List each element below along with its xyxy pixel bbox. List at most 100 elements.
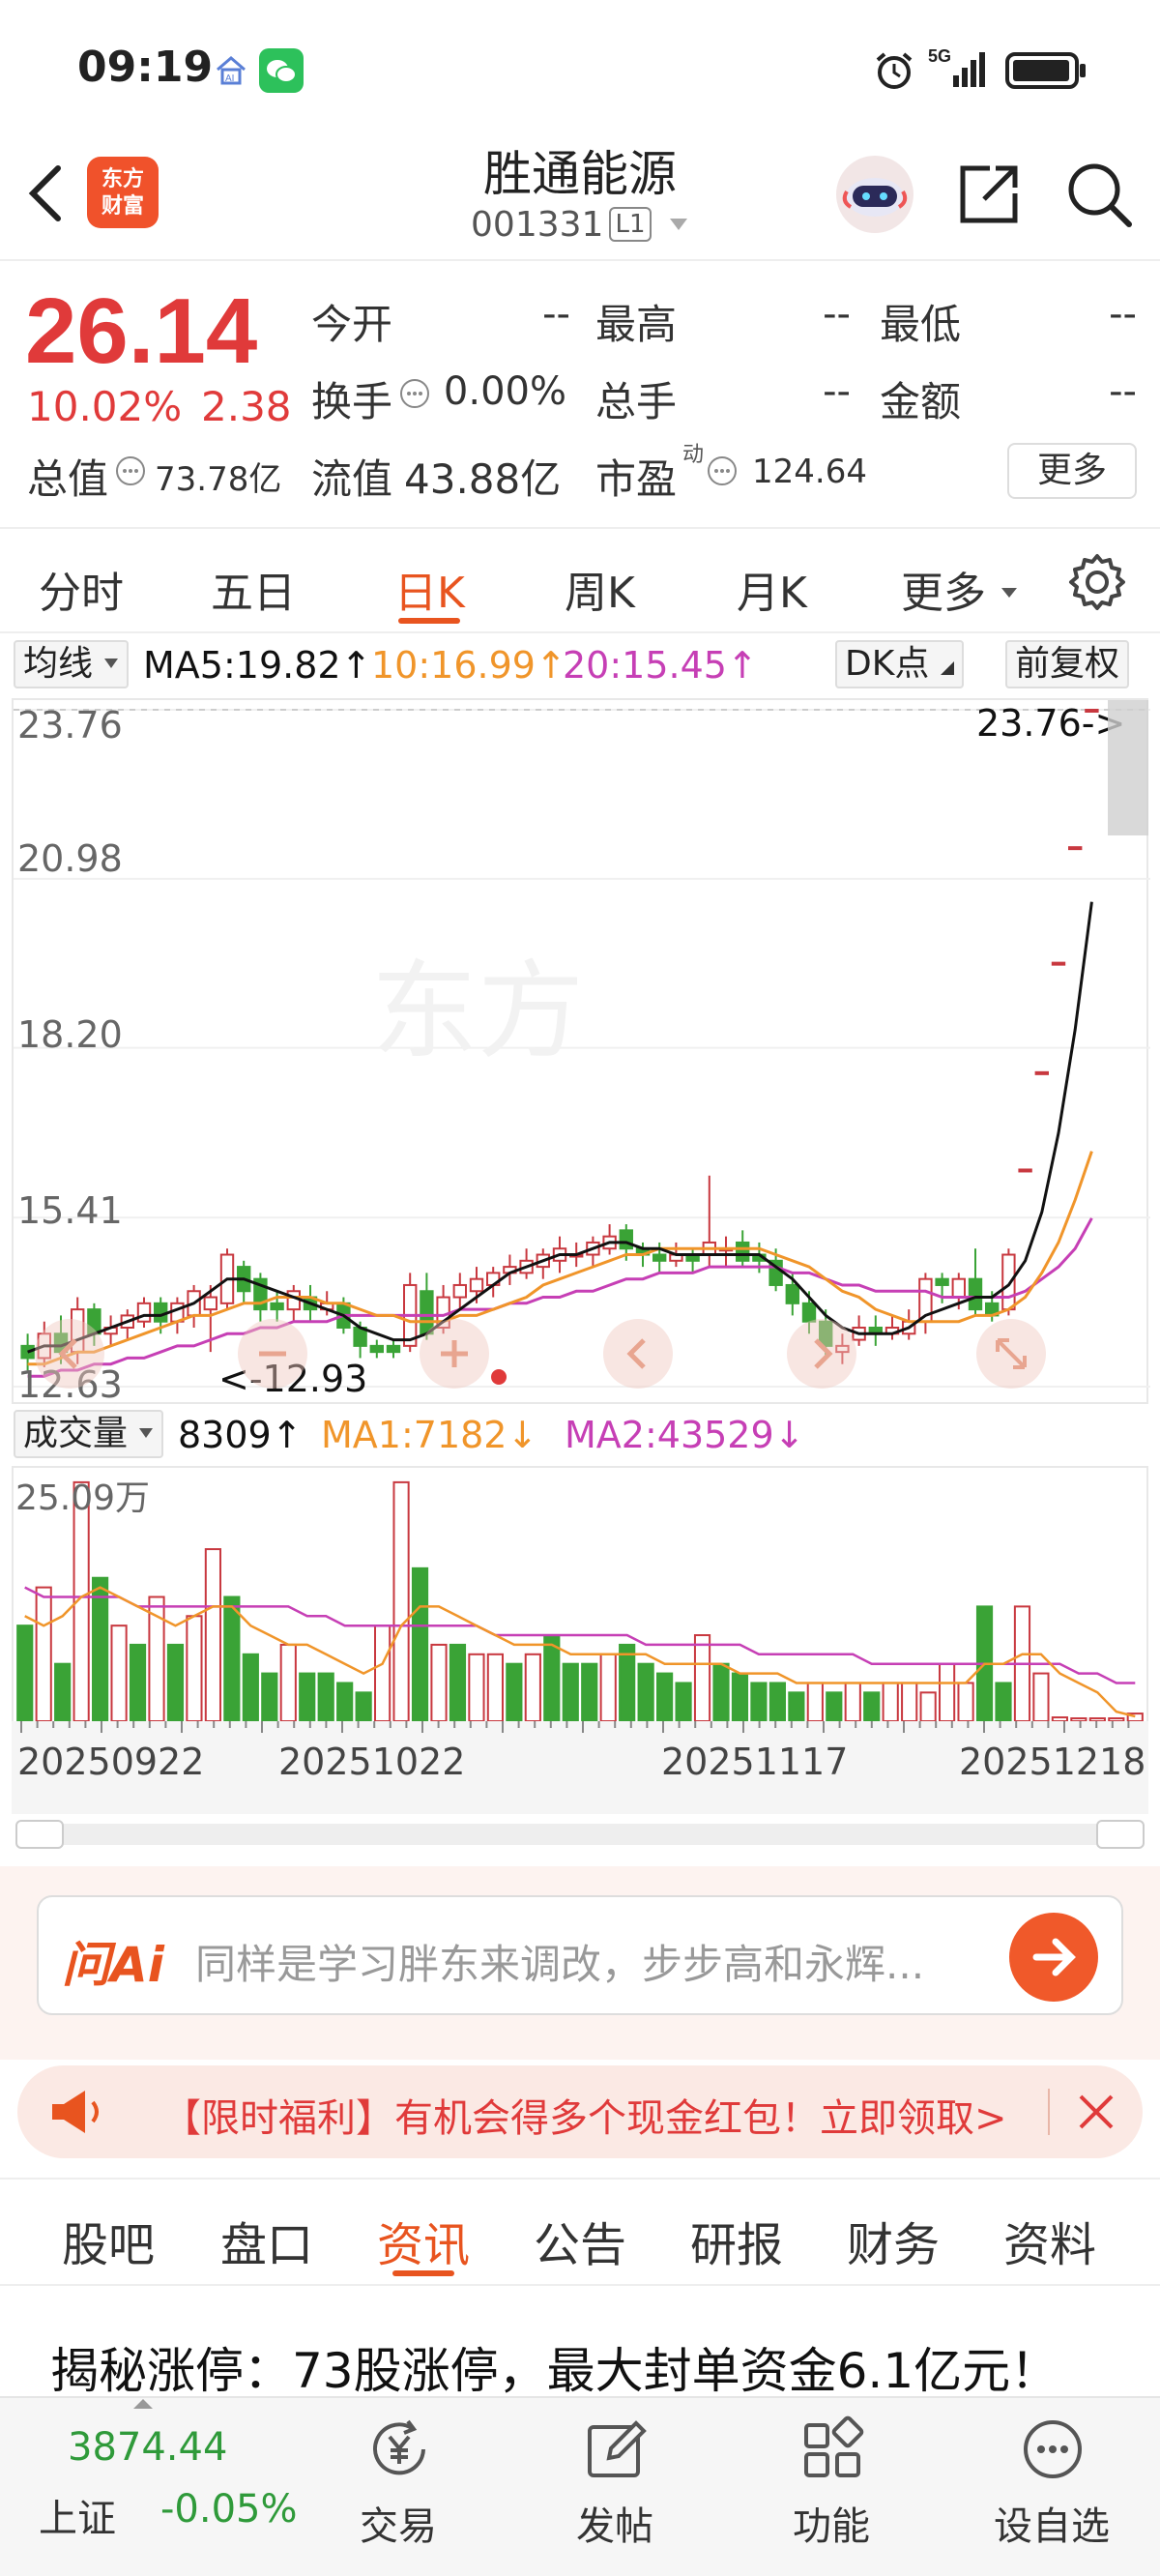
search-icon[interactable]	[1063, 159, 1135, 234]
volume-bar	[826, 1691, 843, 1723]
news-headline[interactable]: 揭秘涨停：73股涨停，最大封单资金6.1亿元！	[50, 2332, 1058, 2402]
signal-icon: 5G	[928, 44, 996, 95]
minus-icon[interactable]	[238, 1319, 307, 1389]
chevron-left-icon[interactable]	[35, 1319, 104, 1389]
volume-bar	[693, 1634, 711, 1722]
candle-body	[1051, 961, 1066, 966]
tab-intraday[interactable]: 分时	[39, 558, 124, 620]
index-change[interactable]: -0.05%	[160, 2487, 298, 2532]
ma-selector[interactable]: 均线	[14, 640, 130, 688]
turnover-info-icon[interactable]	[398, 377, 431, 414]
volume-bars	[16, 1480, 1144, 1723]
range-handle-right[interactable]	[1096, 1820, 1145, 1849]
ai-suggestion[interactable]: 同样是学习胖东来调改，步步高和永辉...	[195, 1932, 924, 1991]
volume-selector[interactable]: 成交量	[14, 1410, 164, 1458]
candle-body	[951, 1277, 966, 1299]
volume-legend-row: 成交量 8309↑ MA1:7182↓ MA2:43529↓	[0, 1406, 1160, 1466]
volume-bar	[35, 1586, 52, 1722]
volume-bar	[336, 1682, 354, 1723]
range-handle-left[interactable]	[15, 1820, 64, 1849]
tab-orderbook[interactable]: 盘口	[220, 2207, 313, 2274]
tab-profile[interactable]: 资料	[1003, 2207, 1096, 2274]
amount-value: --	[1109, 369, 1137, 414]
event-dot[interactable]	[491, 1369, 507, 1385]
candle-body	[386, 1344, 401, 1354]
chart-scroll-thumb[interactable]	[1108, 700, 1148, 835]
index-name[interactable]: 上证	[39, 2487, 116, 2543]
dk-point-button[interactable]: DK点	[835, 640, 964, 688]
candle-body	[369, 1344, 384, 1354]
volume-bar	[581, 1662, 598, 1722]
volume-value: --	[823, 369, 851, 414]
volume-chart[interactable]: 25.09万	[12, 1466, 1148, 1725]
ma20-legend: 20:15.45↑	[563, 644, 758, 687]
promo-text[interactable]: 【限时福利】有机会得多个现金红包！立即领取>	[162, 2087, 1007, 2143]
candle-body	[469, 1277, 484, 1293]
tab-research[interactable]: 研报	[690, 2207, 783, 2274]
volume-bar	[806, 1682, 824, 1723]
volume-bar	[317, 1672, 334, 1723]
robot-avatar-icon[interactable]	[833, 153, 916, 240]
float-value: 43.88亿	[404, 455, 562, 503]
stock-code: 001331	[471, 205, 604, 245]
tab-forum[interactable]: 股吧	[62, 2207, 155, 2274]
chart-range-scrollbar[interactable]	[15, 1820, 1145, 1849]
more-quote-button[interactable]: 更多	[1007, 443, 1137, 499]
volume-bar	[261, 1672, 278, 1723]
volume-bar	[392, 1480, 410, 1722]
volume-bar	[506, 1662, 523, 1722]
volume-bar	[129, 1643, 147, 1722]
candle-body	[785, 1283, 799, 1304]
dropdown-triangle-icon	[1001, 588, 1017, 598]
stock-header: 东方 财富 胜通能源 001331 L1	[0, 135, 1160, 261]
index-value[interactable]: 3874.44	[68, 2425, 227, 2470]
volume-bar	[279, 1643, 297, 1722]
mktcap-info-icon[interactable]	[114, 454, 147, 491]
tab-daily-k[interactable]: 日K	[394, 558, 465, 620]
gear-icon[interactable]	[1067, 552, 1127, 616]
pe-info-icon[interactable]	[706, 454, 739, 491]
volume-bar	[901, 1682, 918, 1723]
arrow-right-icon[interactable]	[1009, 1913, 1098, 2002]
post-label: 发帖	[576, 2504, 653, 2549]
volume-bar	[204, 1548, 221, 1723]
volume-bar	[374, 1625, 392, 1722]
volume-bar	[54, 1662, 72, 1722]
ai-query-box[interactable]: 问Ai 同样是学习胖东来调改，步步高和永辉...	[37, 1895, 1123, 2015]
kline-svg: 东方	[14, 709, 1150, 1388]
tab-five-day[interactable]: 五日	[211, 558, 296, 620]
plus-icon[interactable]	[420, 1319, 489, 1389]
share-icon[interactable]	[955, 161, 1023, 232]
home-ai-icon: AI	[215, 54, 247, 91]
promo-divider	[1048, 2089, 1050, 2135]
tab-monthly-k[interactable]: 月K	[737, 558, 807, 620]
tab-news[interactable]: 资讯	[377, 2207, 470, 2274]
volume-bar	[957, 1682, 974, 1723]
candle-body	[203, 1296, 218, 1311]
candle-body	[1034, 1070, 1049, 1075]
candle-body	[652, 1253, 667, 1262]
promo-banner[interactable]: 【限时福利】有机会得多个现金红包！立即领取>	[17, 2065, 1143, 2158]
chevron-left-icon[interactable]	[603, 1319, 673, 1389]
tab-more[interactable]: 更多	[901, 558, 1019, 620]
turnover-label: 换手	[311, 378, 393, 425]
ma5-legend: MA5:19.82↑	[143, 644, 372, 687]
chevron-right-icon[interactable]	[787, 1319, 856, 1389]
close-icon[interactable]	[1071, 2087, 1121, 2141]
candle-body	[1001, 1253, 1016, 1311]
kline-chart[interactable]: 东方 23.76 20.98 18.20 15.41 12.63 23.76->…	[12, 698, 1150, 1406]
volume-bar	[449, 1643, 467, 1722]
expand-icon[interactable]	[976, 1319, 1046, 1389]
tab-weekly-k[interactable]: 周K	[565, 558, 635, 620]
tab-announcements[interactable]: 公告	[534, 2207, 626, 2274]
chat-more-icon	[1019, 2415, 1087, 2487]
post-edit-icon	[582, 2415, 650, 2487]
tab-finance[interactable]: 财务	[847, 2207, 940, 2274]
candle-body	[1068, 846, 1083, 851]
adjust-price-button[interactable]: 前复权	[1005, 640, 1130, 688]
candle-body	[935, 1277, 949, 1286]
volume-bar	[863, 1691, 881, 1723]
amount-label: 金额	[880, 378, 962, 425]
status-time: 09:19	[77, 43, 214, 92]
volume-bar	[939, 1662, 956, 1722]
